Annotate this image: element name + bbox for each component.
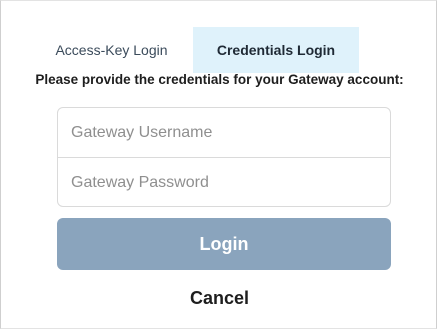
login-button-label: Login: [199, 233, 249, 254]
credentials-prompt: Please provide the credentials for your …: [35, 72, 404, 87]
tab-access-key-login-label: Access-Key Login: [55, 42, 168, 58]
gateway-username-input[interactable]: [58, 108, 390, 158]
cancel-button[interactable]: Cancel: [1, 288, 437, 309]
tab-credentials-login[interactable]: Credentials Login: [193, 27, 359, 73]
credentials-field-group: [57, 107, 391, 207]
cancel-button-label: Cancel: [189, 288, 250, 308]
login-button[interactable]: Login: [57, 218, 391, 270]
gateway-password-input[interactable]: [58, 158, 390, 206]
tab-credentials-login-label: Credentials Login: [216, 42, 336, 58]
login-dialog: Access-Key Login Credentials Login Pleas…: [0, 0, 437, 329]
tab-access-key-login[interactable]: Access-Key Login: [33, 27, 190, 73]
